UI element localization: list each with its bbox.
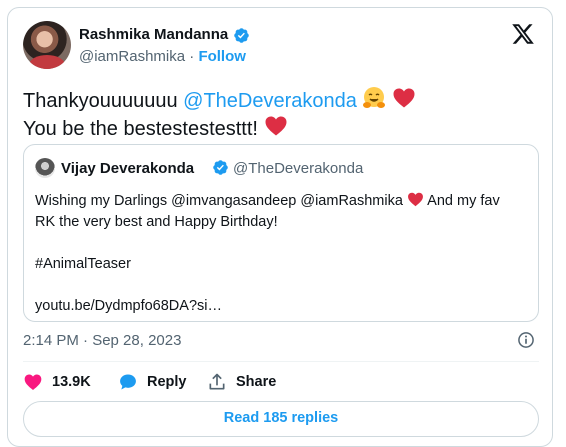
author-handle-row: @iamRashmika · Follow — [79, 48, 246, 65]
quoted-author-handle: @TheDeverakonda — [233, 160, 364, 177]
author-avatar[interactable] — [23, 21, 71, 69]
author-handle[interactable]: @iamRashmika — [79, 48, 185, 65]
info-icon[interactable] — [516, 330, 536, 350]
quoted-link: youtu.be/Dydmpfo68DA?si… — [35, 298, 222, 314]
red-heart-emoji-icon — [393, 88, 415, 108]
verified-badge-icon — [234, 28, 249, 43]
tweet-line1-text: Thankyouuuuuuu — [23, 90, 184, 112]
tweet-line-2: You be the bestestestesttt! — [23, 114, 416, 142]
reply-button[interactable]: Reply — [118, 372, 187, 392]
quoted-author-name: Vijay Deverakonda — [61, 160, 195, 177]
tweet-card[interactable]: Rashmika Mandanna @iamRashmika · Follow … — [7, 7, 553, 447]
share-label: Share — [236, 374, 277, 390]
quoted-line-2: RK the very best and Happy Birthday! — [35, 214, 278, 230]
verified-badge-icon — [213, 160, 228, 175]
share-icon — [209, 373, 225, 390]
quoted-line-1: Wishing my Darlings @imvangasandeep @iam… — [35, 193, 403, 209]
quoted-hashtag: #AnimalTeaser — [35, 256, 131, 272]
quoted-tweet[interactable]: Vijay Deverakonda @TheDeverakonda Wishin… — [23, 144, 539, 322]
separator-dot: · — [189, 48, 195, 65]
tweet-line2-text: You be the bestestestesttt! — [23, 118, 258, 140]
quoted-line-1-after: And my fav — [423, 193, 500, 209]
author-name[interactable]: Rashmika Mandanna — [79, 26, 228, 43]
red-heart-emoji-icon — [265, 116, 287, 136]
red-heart-emoji-icon — [408, 192, 423, 207]
quoted-author-avatar — [35, 158, 55, 178]
heart-icon — [24, 374, 42, 390]
hug-emoji-icon — [363, 87, 386, 108]
share-button[interactable]: Share — [207, 372, 276, 392]
tweet-timestamp[interactable]: 2:14 PM · Sep 28, 2023 — [23, 332, 181, 349]
tweet-mention-link[interactable]: @TheDeverakonda — [183, 90, 357, 112]
like-button[interactable]: 13.9K — [23, 372, 91, 392]
reply-bubble-icon — [120, 374, 136, 390]
read-replies-button[interactable]: Read 185 replies — [23, 401, 539, 437]
tweet-text: Thankyouuuuuuu @TheDeverakonda You be th… — [23, 86, 416, 142]
reply-label: Reply — [147, 374, 187, 390]
like-count: 13.9K — [52, 374, 91, 390]
x-logo-icon[interactable] — [511, 22, 535, 46]
divider — [23, 361, 539, 362]
tweet-line-1: Thankyouuuuuuu @TheDeverakonda — [23, 86, 416, 114]
follow-button[interactable]: Follow — [198, 48, 246, 65]
quoted-tweet-body: Wishing my Darlings @imvangasandeep @iam… — [35, 191, 500, 317]
